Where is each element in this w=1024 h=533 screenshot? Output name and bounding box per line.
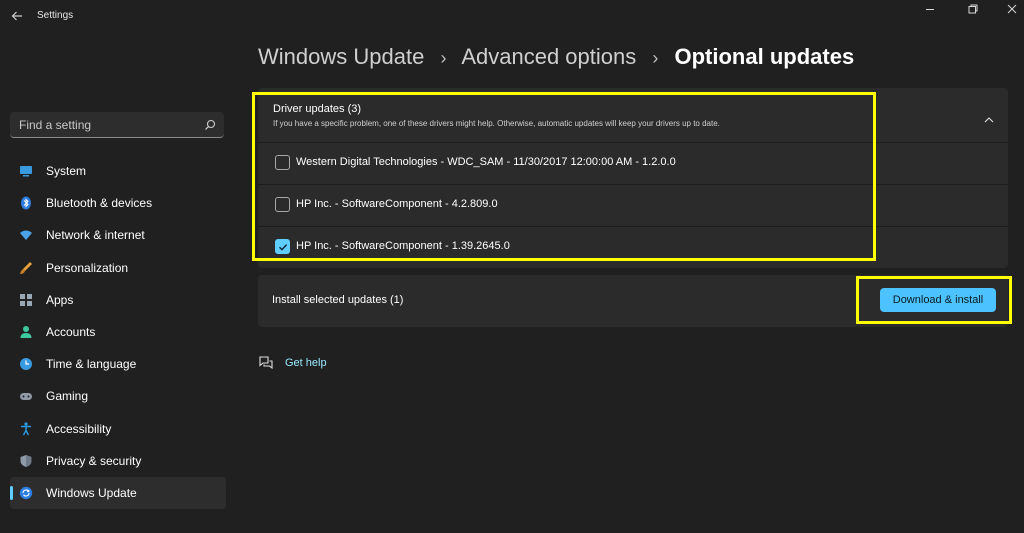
sidebar-item-time-language[interactable]: Time & language — [10, 348, 226, 380]
back-arrow-icon[interactable] — [10, 9, 24, 23]
sidebar-item-network[interactable]: Network & internet — [10, 219, 226, 251]
search-input[interactable] — [10, 112, 201, 138]
close-icon[interactable] — [1000, 4, 1024, 18]
breadcrumb-windows-update[interactable]: Windows Update — [258, 44, 424, 69]
sidebar-item-label: Gaming — [46, 389, 89, 404]
get-help-label: Get help — [285, 357, 327, 369]
breadcrumb-separator: › — [652, 48, 659, 68]
system-icon — [19, 164, 33, 178]
sidebar-item-windows-update[interactable]: Windows Update — [10, 476, 226, 510]
breadcrumb-separator: › — [440, 48, 447, 68]
sidebar-item-label: Bluetooth & devices — [46, 196, 153, 211]
apps-icon — [19, 293, 33, 307]
sidebar-item-apps[interactable]: Apps — [10, 284, 226, 316]
wifi-icon — [19, 228, 33, 242]
breadcrumb: Windows Update › Advanced options › Opti… — [258, 44, 854, 70]
minimize-icon[interactable] — [918, 4, 942, 18]
bluetooth-icon — [19, 196, 33, 210]
sidebar-item-label: Windows Update — [46, 485, 137, 500]
sidebar-item-label: Time & language — [46, 357, 137, 372]
restore-icon[interactable] — [961, 4, 985, 18]
sidebar-item-accessibility[interactable]: Accessibility — [10, 413, 226, 445]
sidebar-nav: System Bluetooth & devices Network & int… — [10, 155, 226, 510]
sidebar-item-label: Accessibility — [46, 421, 112, 436]
search-icon[interactable] — [204, 118, 216, 130]
sidebar-item-accounts[interactable]: Accounts — [10, 316, 226, 348]
sidebar-item-gaming[interactable]: Gaming — [10, 380, 226, 412]
help-chat-icon — [258, 355, 274, 371]
brush-icon — [19, 261, 33, 275]
sidebar-item-label: Personalization — [46, 260, 129, 275]
highlight-box-button — [856, 276, 1012, 324]
title-bar: Settings — [0, 0, 1024, 32]
breadcrumb-advanced-options[interactable]: Advanced options — [461, 44, 636, 69]
app-title: Settings — [37, 10, 74, 21]
sidebar-item-system[interactable]: System — [10, 155, 226, 187]
globe-clock-icon — [19, 357, 33, 371]
sidebar-item-label: Accounts — [46, 324, 96, 339]
install-selected-label: Install selected updates (1) — [272, 294, 404, 306]
sidebar-item-personalization[interactable]: Personalization — [10, 252, 226, 284]
accessibility-icon — [19, 421, 33, 436]
sidebar-item-label: Privacy & security — [46, 453, 142, 468]
update-icon — [19, 486, 33, 500]
chevron-up-icon[interactable] — [984, 110, 994, 123]
page-title: Optional updates — [674, 44, 855, 69]
person-icon — [19, 325, 33, 339]
search-box[interactable] — [10, 112, 224, 138]
sidebar-item-privacy[interactable]: Privacy & security — [10, 445, 226, 477]
sidebar-item-label: System — [46, 164, 87, 178]
sidebar-item-label: Network & internet — [46, 228, 145, 243]
sidebar-item-label: Apps — [46, 292, 74, 307]
highlight-box-drivers — [252, 92, 876, 261]
shield-icon — [19, 454, 33, 468]
sidebar-item-bluetooth[interactable]: Bluetooth & devices — [10, 187, 226, 219]
gamepad-icon — [19, 389, 33, 403]
